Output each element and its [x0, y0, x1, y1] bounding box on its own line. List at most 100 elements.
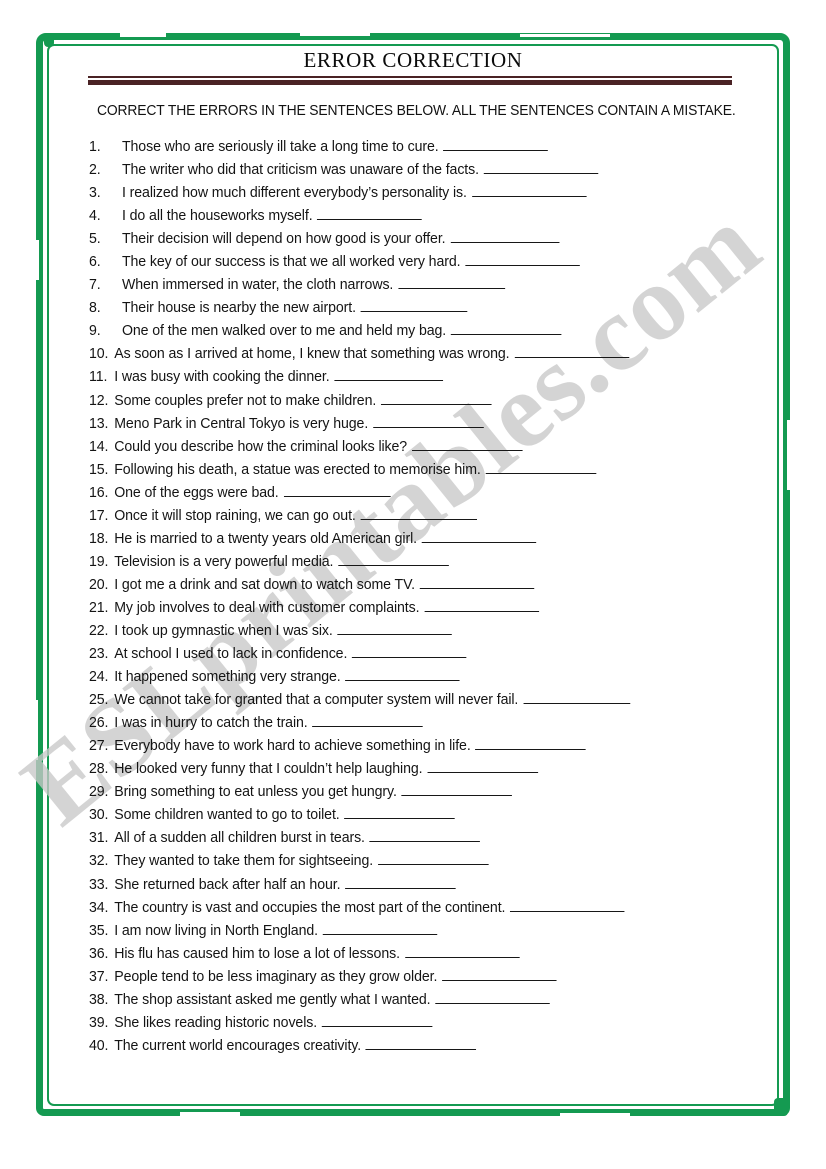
sentence-text: When immersed in water, the cloth narrow… — [121, 277, 394, 294]
sentence-text: Meno Park in Central Tokyo is very huge. — [114, 415, 369, 432]
sentence-number: 35. — [89, 922, 109, 939]
sentence-text: Could you describe how the criminal look… — [114, 438, 408, 455]
border-texture — [300, 33, 370, 36]
sentence-item: 25. We cannot take for granted that a com… — [89, 689, 768, 712]
sentence-number: 32. — [89, 853, 109, 870]
answer-blank[interactable] — [483, 162, 599, 175]
sentence-text: One of the men walked over to me and hel… — [121, 323, 447, 340]
sentence-number: 1. — [89, 139, 101, 155]
sentence-number: 15. — [89, 461, 109, 478]
sentence-item: 35. I am now living in North England. — [89, 920, 768, 943]
answer-blank[interactable] — [345, 669, 460, 682]
sentence-number: 18. — [89, 530, 109, 547]
sentence-number: 9. — [89, 323, 101, 340]
title-rule-thin — [88, 76, 732, 78]
sentence-item: 18. He is married to a twenty years old A… — [89, 528, 768, 551]
worksheet-page: ESLprintables.com ERROR CORRECTION CORRE… — [0, 0, 826, 1169]
answer-blank[interactable] — [337, 623, 453, 635]
sentence-item: 19. Television is a very powerful media. — [89, 551, 768, 574]
sentence-number: 24. — [89, 669, 109, 686]
sentence-text: The current world encourages creativity. — [114, 1037, 362, 1054]
answer-blank[interactable] — [451, 323, 562, 336]
sentence-text: Those who are seriously ill take a long … — [121, 139, 439, 155]
sentence-item: 12. Some couples prefer not to make child… — [89, 390, 768, 413]
answer-blank[interactable] — [404, 946, 520, 958]
answer-blank[interactable] — [373, 416, 484, 428]
answer-blank[interactable] — [443, 139, 549, 151]
answer-blank[interactable] — [427, 761, 538, 774]
sentence-number: 26. — [89, 715, 109, 732]
sentence-number: 25. — [89, 692, 109, 709]
sentence-number: 33. — [89, 876, 109, 893]
answer-blank[interactable] — [334, 369, 444, 382]
answer-blank[interactable] — [369, 830, 481, 843]
answer-blank[interactable] — [442, 969, 557, 981]
sentence-item: 8. Their house is nearby the new airport. — [89, 297, 768, 320]
sentence-item: 5. Their decision will depend on how good… — [89, 228, 768, 251]
sentence-text: All of a sudden all children burst in te… — [114, 830, 365, 847]
sentence-text: Television is a very powerful media. — [114, 553, 334, 570]
sentence-item: 16. One of the eggs were bad. — [89, 482, 768, 505]
sentence-list: 1. Those who are seriously ill take a lon… — [89, 136, 789, 1058]
answer-blank[interactable] — [312, 715, 424, 728]
answer-blank[interactable] — [317, 208, 423, 221]
sentence-number: 30. — [89, 807, 109, 824]
answer-blank[interactable] — [421, 531, 537, 543]
sentence-item: 26. I was in hurry to catch the train. — [89, 712, 768, 735]
answer-blank[interactable] — [381, 393, 492, 405]
sentence-item: 34. The country is vast and occupies the … — [89, 897, 768, 920]
answer-blank[interactable] — [365, 1038, 477, 1050]
title-rule-thick — [88, 80, 732, 85]
sentence-text: The writer who did that criticism was un… — [121, 162, 479, 179]
sentence-text: I do all the houseworks myself. — [121, 208, 313, 225]
answer-blank[interactable] — [360, 508, 477, 520]
answer-blank[interactable] — [377, 853, 489, 866]
sentence-number: 5. — [89, 231, 101, 248]
sentence-text: He is married to a twenty years old Amer… — [114, 530, 417, 547]
sentence-text: The shop assistant asked me gently what … — [114, 991, 431, 1008]
answer-blank[interactable] — [283, 485, 391, 497]
answer-blank[interactable] — [344, 807, 456, 820]
sentence-number: 40. — [89, 1037, 109, 1054]
sentence-text: At school I used to lack in confidence. — [114, 646, 348, 663]
sentence-text: It happened something very strange. — [114, 669, 341, 686]
sentence-text: I realized how much different everybody’… — [121, 185, 467, 202]
sentence-number: 21. — [89, 599, 109, 616]
answer-blank[interactable] — [345, 877, 456, 889]
sentence-item: 31. All of a sudden all children burst in… — [89, 827, 768, 850]
page-title: ERROR CORRECTION — [303, 48, 523, 72]
sentence-item: 30. Some children wanted to go to toilet. — [89, 804, 768, 827]
sentence-item: 1. Those who are seriously ill take a lon… — [89, 136, 768, 159]
answer-blank[interactable] — [419, 577, 535, 589]
sentence-number: 11. — [89, 369, 108, 386]
answer-blank[interactable] — [510, 900, 625, 912]
answer-blank[interactable] — [398, 277, 505, 290]
border-texture — [36, 240, 39, 280]
answer-blank[interactable] — [435, 992, 550, 1004]
sentence-text: She likes reading historic novels. — [114, 1014, 318, 1031]
answer-blank[interactable] — [450, 231, 560, 244]
answer-blank[interactable] — [338, 554, 449, 566]
answer-blank[interactable] — [523, 692, 630, 705]
sentence-text: Their decision will depend on how good i… — [121, 231, 446, 248]
answer-blank[interactable] — [321, 1015, 433, 1027]
sentence-item: 23. At school I used to lack in confidenc… — [89, 643, 768, 666]
answer-blank[interactable] — [465, 254, 580, 267]
answer-blank[interactable] — [352, 646, 467, 659]
answer-blank[interactable] — [424, 600, 539, 612]
sentence-number: 13. — [89, 415, 109, 432]
border-texture — [120, 33, 166, 37]
border-texture — [44, 33, 54, 47]
answer-blank[interactable] — [471, 185, 587, 198]
answer-blank[interactable] — [514, 346, 629, 359]
answer-blank[interactable] — [322, 923, 438, 935]
sentence-text: I took up gymnastic when I was six. — [114, 622, 333, 639]
answer-blank[interactable] — [360, 300, 468, 313]
answer-blank[interactable] — [475, 738, 587, 751]
sentence-item: 10. As soon as I arrived at home, I knew … — [89, 343, 768, 366]
sentence-number: 6. — [89, 254, 101, 271]
answer-blank[interactable] — [411, 439, 523, 451]
answer-blank[interactable] — [485, 462, 597, 474]
answer-blank[interactable] — [401, 784, 513, 797]
sentence-text: She returned back after half an hour. — [114, 876, 341, 893]
